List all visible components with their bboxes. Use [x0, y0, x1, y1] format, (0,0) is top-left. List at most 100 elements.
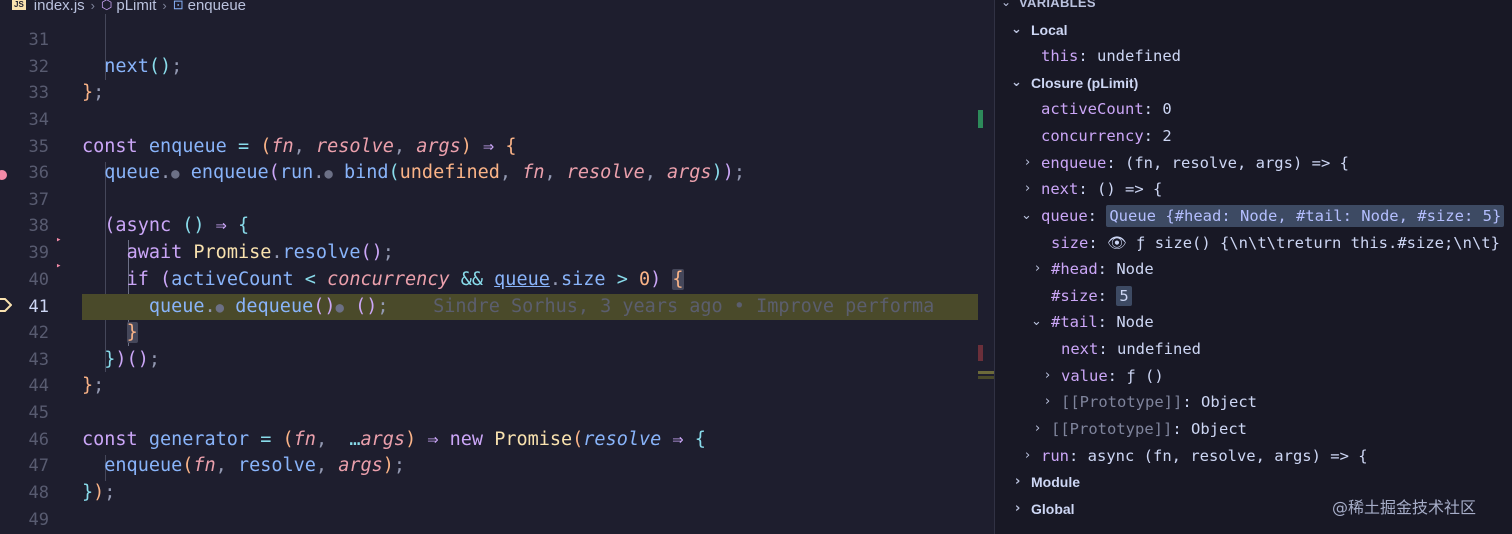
variable-name: activeCount: [1041, 100, 1144, 118]
line-code: next();: [104, 56, 183, 77]
chevron-right-icon: ›: [1035, 261, 1041, 276]
line-number: 33: [28, 83, 49, 103]
variable-row-value[interactable]: › value: ƒ (): [995, 363, 1512, 390]
breadcrumb-symbol-plimit[interactable]: ⬡ pLimit: [101, 0, 156, 14]
variable-row[interactable]: concurrency: 2: [995, 123, 1512, 150]
scope-local[interactable]: ⌄ Local: [995, 17, 1512, 44]
variable-row-head[interactable]: › #head: Node: [995, 256, 1512, 283]
code-line[interactable]: 33 };: [0, 80, 994, 107]
code-line[interactable]: 44 };: [0, 373, 994, 400]
variable-row[interactable]: next: undefined: [995, 336, 1512, 363]
js-file-icon: JS: [12, 0, 26, 10]
variable-row-queue[interactable]: ⌄ queue: Queue {#head: Node, #tail: Node…: [995, 203, 1512, 230]
variable-row[interactable]: this: undefined: [995, 43, 1512, 70]
scope-label: Module: [1031, 474, 1080, 490]
variable-entry: queue: Queue {#head: Node, #tail: Node, …: [1041, 203, 1505, 230]
variable-row-private-size[interactable]: #size: 5: [995, 283, 1512, 310]
variable-name: [[Prototype]]: [1061, 393, 1183, 411]
variable-value: undefined: [1097, 47, 1181, 65]
code-line[interactable]: 31: [0, 27, 994, 54]
editor-scrollbar[interactable]: [978, 0, 994, 534]
code-line[interactable]: 34: [0, 107, 994, 134]
variable-entry: run: async (fn, resolve, args) => {: [1041, 447, 1368, 465]
breadcrumb-symbol-enqueue[interactable]: ⊡ enqueue: [173, 0, 246, 14]
variable-row-enqueue[interactable]: › enqueue: (fn, resolve, args) => {: [995, 150, 1512, 177]
line-code: const enqueue = (fn, resolve, args) ⇒ {: [82, 136, 517, 157]
chevron-down-icon[interactable]: ⌄: [1001, 0, 1011, 9]
chevron-right-icon: ›: [1025, 181, 1031, 196]
code-line[interactable]: 49: [0, 507, 994, 534]
chevron-down-icon: ⌄: [1011, 22, 1022, 37]
variable-entry: [[Prototype]]: Object: [1061, 393, 1257, 411]
scope-module[interactable]: › Module: [995, 469, 1512, 496]
variable-entry: activeCount: 0: [1041, 100, 1172, 118]
line-number: 32: [28, 57, 49, 77]
code-line[interactable]: 45: [0, 400, 994, 427]
variable-value: ƒ (): [1126, 367, 1164, 385]
scope-label: Local: [1031, 22, 1068, 38]
code-line[interactable]: 38 (async () ⇒ {: [0, 213, 994, 240]
variable-name: value: [1061, 367, 1108, 385]
variable-row-run[interactable]: › run: async (fn, resolve, args) => {: [995, 443, 1512, 470]
variable-value: Object: [1191, 420, 1247, 438]
variable-name: run: [1041, 447, 1069, 465]
watermark: @稀土掘金技术社区: [1332, 498, 1477, 517]
panel-title: VARIABLES: [1019, 0, 1096, 10]
code-line-current[interactable]: 41 queue.● dequeue()● (); Sindre Sorhus,…: [0, 294, 994, 321]
variable-row[interactable]: activeCount: 0: [995, 96, 1512, 123]
code-line[interactable]: 40 if (activeCount < concurrency && queu…: [0, 267, 994, 294]
chevron-right-icon: ›: [1015, 501, 1021, 516]
breadcrumb[interactable]: JS index.js › ⬡ pLimit › ⊡ enqueue: [0, 0, 253, 14]
variable-name: [[Prototype]]: [1051, 420, 1173, 438]
code-line[interactable]: 48 });: [0, 480, 994, 507]
variable-entry: enqueue: (fn, resolve, args) => {: [1041, 154, 1349, 172]
variable-name: enqueue: [1041, 154, 1107, 172]
code-line[interactable]: 32 next();: [0, 54, 994, 81]
cube-icon: ⬡: [101, 0, 113, 12]
variable-value: 0: [1162, 100, 1172, 118]
chevron-down-icon: ⌄: [1021, 208, 1032, 223]
breadcrumb-symbol-label: enqueue: [187, 0, 247, 14]
line-number: 40: [28, 270, 49, 290]
chevron-down-icon: ⌄: [1031, 314, 1042, 329]
variable-value: 5: [1116, 286, 1132, 306]
line-code: });: [82, 482, 116, 503]
overview-ruler-mark: [978, 376, 994, 379]
variable-value: async (fn, resolve, args) => {: [1087, 447, 1368, 465]
variable-value: Object: [1201, 393, 1257, 411]
line-number: 39: [28, 243, 49, 263]
variable-row-prototype[interactable]: › [[Prototype]]: Object: [995, 389, 1512, 416]
code-line[interactable]: 47 enqueue(fn, resolve, args);: [0, 453, 994, 480]
line-code: if (activeCount < concurrency && queue.s…: [126, 269, 684, 290]
scope-closure[interactable]: ⌄ Closure (pLimit): [995, 70, 1512, 97]
code-line[interactable]: 46 const generator = (fn, …args) ⇒ new P…: [0, 427, 994, 454]
code-area[interactable]: ▸ ▸ 30 } catch {} 31 32 next(); 33 }; 34…: [0, 0, 994, 534]
variables-panel[interactable]: ⌄ VARIABLES ⌄ Local this: undefined ⌄ Cl…: [994, 0, 1512, 534]
variable-row-size[interactable]: size: 👁 ƒ size() {\n\t\treturn this.#siz…: [995, 230, 1512, 257]
variable-row-tail[interactable]: ⌄ #tail: Node: [995, 309, 1512, 336]
variable-name: size: [1051, 234, 1089, 252]
variable-value: Queue {#head: Node, #tail: Node, #size: …: [1106, 205, 1505, 227]
scope-label: Closure (pLimit): [1031, 75, 1139, 91]
scope-label: Global: [1031, 501, 1075, 517]
line-number: 36: [28, 163, 49, 183]
variable-row-next[interactable]: › next: () => {: [995, 176, 1512, 203]
eye-icon[interactable]: 👁: [1107, 234, 1127, 252]
code-line[interactable]: 35 const enqueue = (fn, resolve, args) ⇒…: [0, 134, 994, 161]
variable-name: #tail: [1051, 313, 1098, 331]
code-line[interactable]: 36 queue.● enqueue(run.● bind(undefined,…: [0, 160, 994, 187]
code-line[interactable]: 39 await Promise.resolve();: [0, 240, 994, 267]
code-editor[interactable]: ▸ ▸ 30 } catch {} 31 32 next(); 33 }; 34…: [0, 0, 994, 534]
variable-icon: ⊡: [172, 0, 184, 12]
code-line[interactable]: 37: [0, 187, 994, 214]
code-line[interactable]: 42 }: [0, 320, 994, 347]
chevron-right-icon: ›: [1015, 474, 1021, 489]
breadcrumb-file[interactable]: JS index.js: [0, 0, 85, 14]
variable-entry: #size: 5: [1051, 283, 1132, 310]
line-code: (async () ⇒ {: [104, 215, 250, 236]
line-number: 44: [28, 376, 49, 396]
variable-row-prototype[interactable]: › [[Prototype]]: Object: [995, 416, 1512, 443]
variable-entry: [[Prototype]]: Object: [1051, 420, 1247, 438]
line-code: };: [82, 375, 105, 396]
code-line[interactable]: 43 })();: [0, 347, 994, 374]
